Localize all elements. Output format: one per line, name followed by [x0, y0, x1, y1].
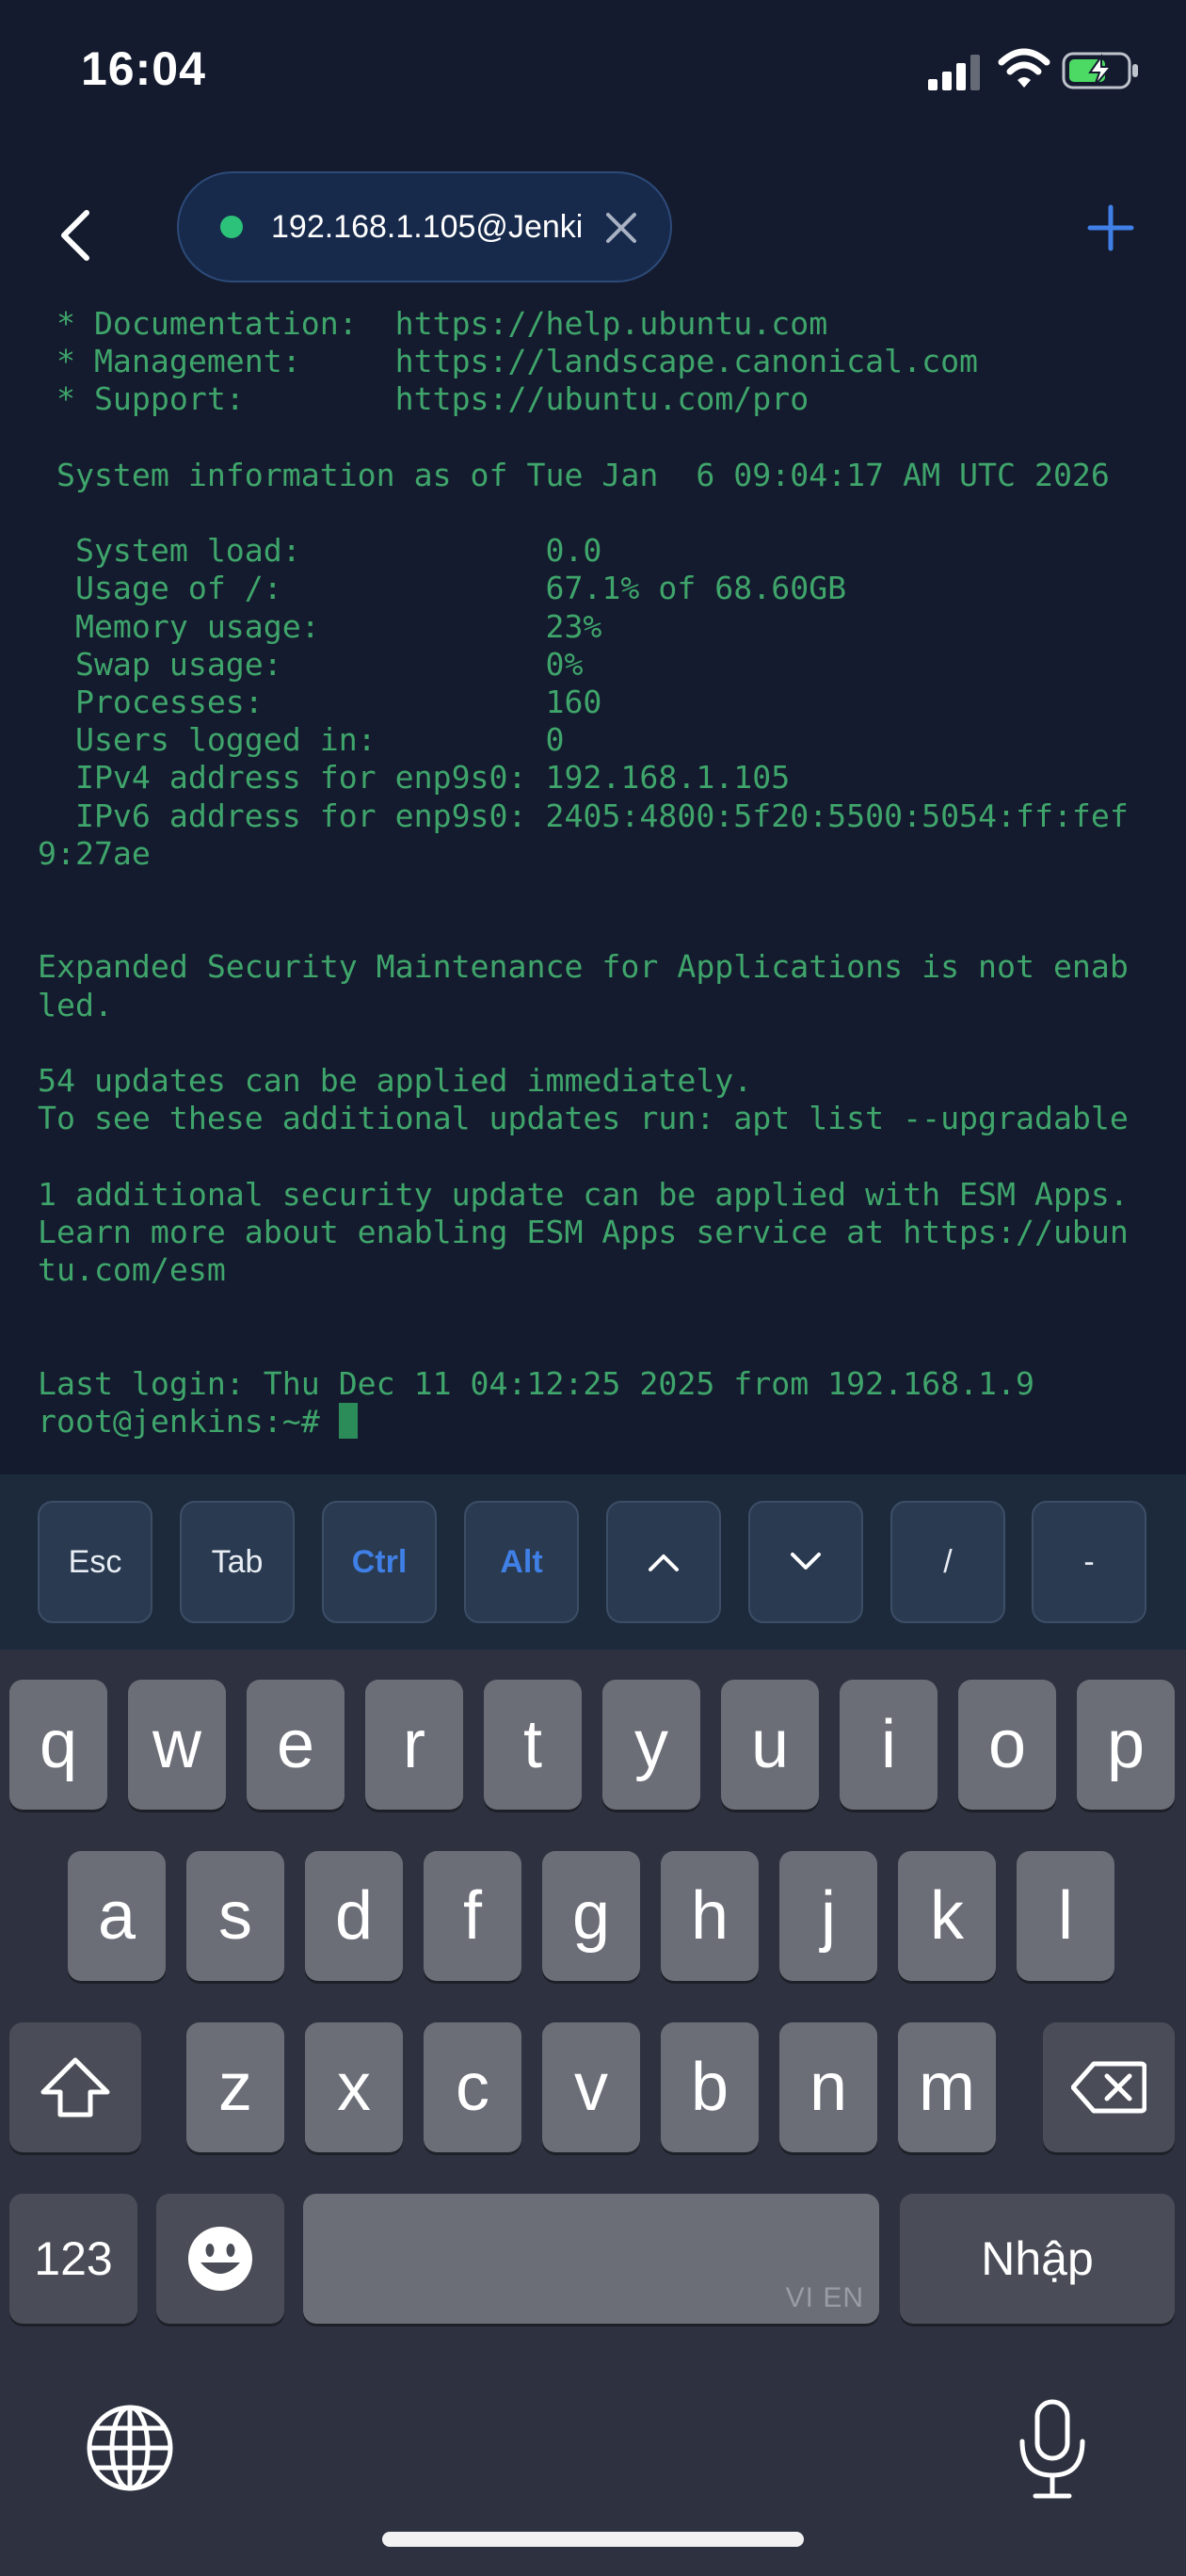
- terminal-output: * Documentation: https://help.ubuntu.com…: [38, 311, 1129, 1441]
- slash-key[interactable]: /: [890, 1501, 1005, 1623]
- key-b[interactable]: b: [661, 2022, 759, 2152]
- chevron-up-icon: [649, 1554, 679, 1571]
- close-icon[interactable]: [601, 207, 642, 249]
- tab-key[interactable]: Tab: [180, 1501, 295, 1623]
- key-s[interactable]: s: [186, 1851, 284, 1981]
- arrow-down-key[interactable]: [748, 1501, 863, 1623]
- enter-key[interactable]: Nhập: [900, 2194, 1175, 2324]
- session-header: 192.168.1.105@Jenki: [0, 141, 1186, 315]
- battery-charging-icon: [1062, 52, 1138, 89]
- globe-icon: [87, 2405, 173, 2491]
- key-f[interactable]: f: [424, 1851, 521, 1981]
- key-d[interactable]: d: [305, 1851, 403, 1981]
- key-l[interactable]: l: [1017, 1851, 1114, 1981]
- key-k[interactable]: k: [898, 1851, 996, 1981]
- globe-button[interactable]: [85, 2403, 179, 2497]
- dash-key[interactable]: -: [1032, 1501, 1146, 1623]
- key-p[interactable]: p: [1077, 1680, 1175, 1810]
- emoji-key[interactable]: [156, 2194, 284, 2324]
- emoji-icon: [188, 2227, 252, 2291]
- home-indicator[interactable]: [382, 2532, 804, 2547]
- key-v[interactable]: v: [542, 2022, 640, 2152]
- on-screen-keyboard: q w e r t y u i o p a s d f g h j k l z …: [0, 1650, 1186, 2576]
- status-bar: 16:04: [0, 0, 1186, 141]
- terminal-cursor: [338, 1402, 358, 1439]
- key-y[interactable]: y: [602, 1680, 700, 1810]
- session-tab-label: 192.168.1.105@Jenki: [271, 208, 584, 245]
- key-a[interactable]: a: [68, 1851, 166, 1981]
- esc-key[interactable]: Esc: [38, 1501, 152, 1623]
- status-time: 16:04: [81, 42, 206, 95]
- key-r[interactable]: r: [365, 1680, 463, 1810]
- extra-keys-bar: Esc Tab Ctrl Alt / -: [0, 1474, 1186, 1650]
- arrow-up-key[interactable]: [606, 1501, 721, 1623]
- backspace-icon: [1071, 2061, 1146, 2114]
- terminal-lines: * Documentation: https://help.ubuntu.com…: [38, 311, 1129, 1402]
- key-x[interactable]: x: [305, 2022, 403, 2152]
- chevron-down-icon: [791, 1553, 821, 1570]
- key-t[interactable]: t: [484, 1680, 582, 1810]
- key-c[interactable]: c: [424, 2022, 521, 2152]
- key-i[interactable]: i: [840, 1680, 938, 1810]
- terminal-prompt: root@jenkins:~#: [38, 1402, 339, 1440]
- numbers-key[interactable]: 123: [9, 2194, 137, 2324]
- alt-key[interactable]: Alt: [464, 1501, 579, 1623]
- language-hint: VI EN: [785, 2282, 864, 2313]
- key-q[interactable]: q: [9, 1680, 107, 1810]
- key-m[interactable]: m: [898, 2022, 996, 2152]
- key-e[interactable]: e: [247, 1680, 345, 1810]
- connection-status-dot: [220, 216, 243, 238]
- signal-icon: [928, 55, 980, 90]
- backspace-key[interactable]: [1043, 2022, 1175, 2152]
- key-n[interactable]: n: [779, 2022, 877, 2152]
- key-g[interactable]: g: [542, 1851, 640, 1981]
- shift-icon: [40, 2057, 110, 2117]
- session-tab[interactable]: 192.168.1.105@Jenki: [177, 171, 672, 282]
- shift-key[interactable]: [9, 2022, 141, 2152]
- key-u[interactable]: u: [721, 1680, 819, 1810]
- key-z[interactable]: z: [186, 2022, 284, 2152]
- microphone-button[interactable]: [1015, 2398, 1090, 2502]
- key-j[interactable]: j: [779, 1851, 877, 1981]
- back-button[interactable]: [47, 198, 104, 273]
- chevron-left-icon: [61, 210, 89, 261]
- plus-icon[interactable]: [1082, 200, 1139, 256]
- key-w[interactable]: w: [128, 1680, 226, 1810]
- key-o[interactable]: o: [958, 1680, 1056, 1810]
- ctrl-key[interactable]: Ctrl: [322, 1501, 437, 1623]
- key-h[interactable]: h: [661, 1851, 759, 1981]
- microphone-icon: [1019, 2399, 1085, 2499]
- space-key[interactable]: VI EN: [303, 2194, 879, 2324]
- wifi-icon: [998, 48, 1050, 88]
- terminal-view[interactable]: * Documentation: https://help.ubuntu.com…: [0, 311, 1186, 1474]
